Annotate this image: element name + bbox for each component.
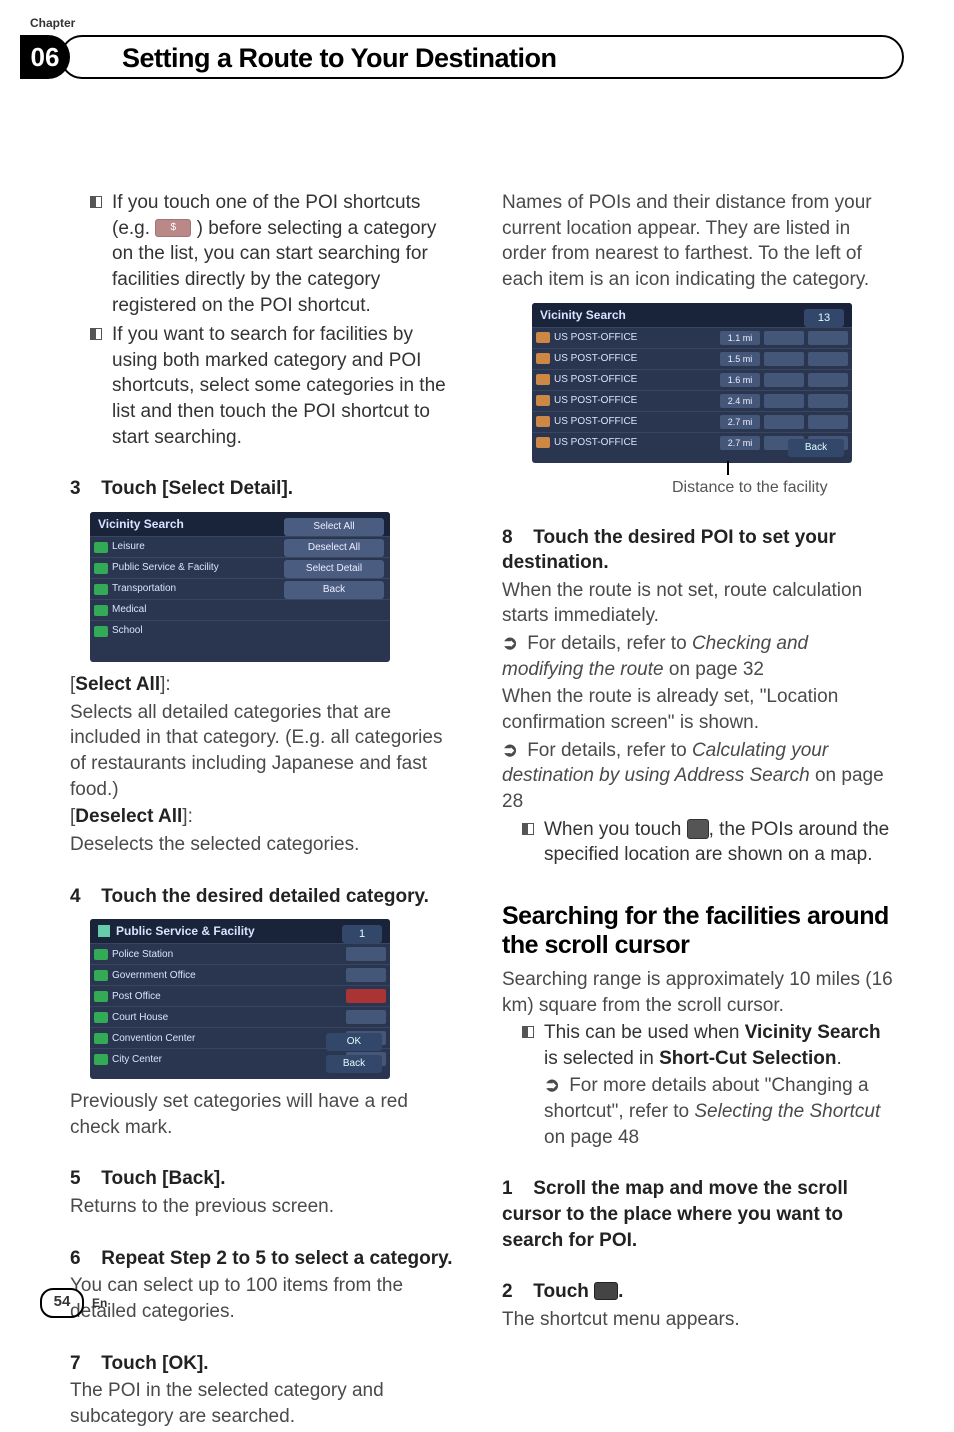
step-number: 3	[70, 476, 96, 502]
step-title: Touch the desired detailed category.	[101, 886, 429, 907]
chapter-label: Chapter	[30, 15, 75, 31]
step-heading: 5 Touch [Back].	[70, 1166, 462, 1192]
step-heading: 6 Repeat Step 2 to 5 to select a categor…	[70, 1246, 462, 1272]
bullet-item: If you want to search for facilities by …	[70, 322, 462, 450]
step-heading: 1 Scroll the map and move the scroll cur…	[502, 1176, 894, 1253]
option-label: [Select All]:	[70, 672, 462, 698]
arrow-icon: ➲	[502, 738, 518, 764]
shortcut-menu-icon	[594, 1282, 618, 1300]
step-number: 4	[70, 884, 96, 910]
arrow-icon: ➲	[544, 1073, 560, 1099]
cross-ref: ➲ For details, refer to Checking and mod…	[502, 631, 894, 682]
screenshot-poi-list: Vicinity Search US POST-OFFICE1.1 mi US …	[532, 303, 852, 463]
option-label: [Deselect All]:	[70, 804, 462, 830]
content-columns: If you touch one of the POI shortcuts (e…	[70, 190, 894, 1432]
body-text: When the route is already set, "Location…	[502, 684, 894, 735]
step-number: 7	[70, 1351, 96, 1377]
section-heading: Searching for the facilities around the …	[502, 902, 894, 961]
step-heading: 3 Touch [Select Detail].	[70, 476, 462, 502]
page-footer: 54 En	[40, 1288, 107, 1318]
step-desc: Returns to the previous screen.	[70, 1194, 462, 1220]
count-badge: 13	[804, 309, 844, 327]
step-number: 8	[502, 525, 528, 551]
page: Chapter 06 Setting a Route to Your Desti…	[0, 0, 954, 1352]
step-desc: The shortcut menu appears.	[502, 1307, 894, 1333]
step-number: 1	[502, 1176, 528, 1202]
step-number: 5	[70, 1166, 96, 1192]
step-heading: 2 Touch .	[502, 1279, 894, 1305]
step-title: Touch [OK].	[101, 1353, 208, 1374]
step-title: Scroll the map and move the scroll curso…	[502, 1178, 848, 1250]
cross-ref: ➲ For details, refer to Calculating your…	[502, 738, 894, 815]
overlay-menu: Select All Deselect All Select Detail Ba…	[284, 518, 384, 602]
poi-shortcut-icon: $	[155, 219, 191, 237]
arrow-icon: ➲	[502, 631, 518, 657]
step-number: 2	[502, 1279, 528, 1305]
deselect-all-button[interactable]: Deselect All	[284, 539, 384, 557]
left-column: If you touch one of the POI shortcuts (e…	[70, 190, 462, 1432]
count-badge: 1	[342, 925, 382, 943]
step-title: Touch [Back].	[101, 1168, 225, 1189]
page-header: Chapter 06 Setting a Route to Your Desti…	[70, 90, 894, 150]
bullet-text: If you want to search for facilities by …	[112, 324, 446, 448]
step-title: Touch the desired POI to set your destin…	[502, 527, 836, 574]
back-button[interactable]: Back	[326, 1055, 382, 1073]
language-label: En	[92, 1295, 107, 1311]
body-text: Previously set categories will have a re…	[70, 1089, 462, 1140]
step-heading: 7 Touch [OK].	[70, 1351, 462, 1377]
step-desc: You can select up to 100 items from the …	[70, 1273, 462, 1324]
step-title: Touch [Select Detail].	[101, 478, 293, 499]
step-title: Repeat Step 2 to 5 to select a category.	[101, 1248, 452, 1269]
map-icon	[687, 819, 709, 839]
step-number: 6	[70, 1246, 96, 1272]
step-title: Touch .	[533, 1281, 623, 1302]
bullet-item: If you touch one of the POI shortcuts (e…	[70, 190, 462, 318]
ok-button[interactable]: OK	[326, 1033, 382, 1051]
back-button[interactable]: Back	[788, 439, 844, 457]
page-number: 54	[40, 1288, 84, 1318]
callout-tick	[727, 461, 729, 475]
callout: Distance to the facility	[502, 473, 894, 499]
option-desc: Deselects the selected categories.	[70, 832, 462, 858]
title-pill: Setting a Route to Your Destination	[60, 35, 904, 79]
screenshot-detailed-category: Public Service & Facility Police Station…	[90, 919, 390, 1079]
bullet-item: When you touch , the POIs around the spe…	[502, 817, 894, 868]
callout-label: Distance to the facility	[672, 477, 828, 499]
option-desc: Selects all detailed categories that are…	[70, 700, 462, 803]
step-desc: The POI in the selected category and sub…	[70, 1378, 462, 1429]
select-detail-button[interactable]: Select Detail	[284, 560, 384, 578]
page-title: Setting a Route to Your Destination	[122, 37, 902, 79]
screenshot-vicinity-search-categories: Vicinity Search Leisure Public Service &…	[90, 512, 390, 662]
step-heading: 8 Touch the desired POI to set your dest…	[502, 525, 894, 576]
back-button[interactable]: Back	[284, 581, 384, 599]
step-heading: 4 Touch the desired detailed category.	[70, 884, 462, 910]
body-text: When the route is not set, route calcula…	[502, 578, 894, 629]
bullet-item: This can be used when Vicinity Search is…	[502, 1020, 894, 1150]
select-all-button[interactable]: Select All	[284, 518, 384, 536]
right-column: Names of POIs and their distance from yo…	[502, 190, 894, 1432]
body-text: Searching range is approximately 10 mile…	[502, 967, 894, 1018]
body-text: Names of POIs and their distance from yo…	[502, 190, 894, 293]
